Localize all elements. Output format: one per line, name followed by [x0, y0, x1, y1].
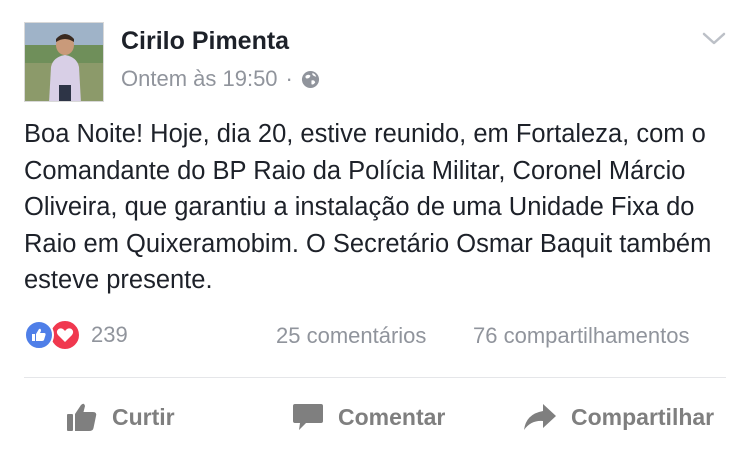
reactions-count: 239: [91, 322, 128, 347]
comments-count-link[interactable]: 25 comentários: [276, 323, 426, 349]
author-name[interactable]: Cirilo Pimenta: [121, 27, 289, 56]
thumbs-up-icon: [66, 402, 98, 432]
share-label: Compartilhar: [571, 403, 715, 430]
chevron-down-icon[interactable]: [702, 31, 726, 47]
share-arrow-icon: [523, 402, 557, 432]
meta-separator: ·: [285, 66, 293, 91]
comment-icon: [292, 402, 324, 432]
post-timestamp[interactable]: Ontem às 19:50: [121, 66, 278, 92]
shares-count-link[interactable]: 76 compartilhamentos: [473, 323, 689, 349]
share-button[interactable]: Compartilhar: [523, 402, 714, 432]
actions-divider: [24, 377, 726, 378]
like-label: Curtir: [112, 403, 175, 430]
post-text: Boa Noite! Hoje, dia 20, estive reunido,…: [24, 120, 712, 294]
post-meta: Ontem às 19:50 ·: [121, 66, 320, 92]
author-avatar[interactable]: [24, 22, 104, 102]
like-reaction-icon: [24, 320, 54, 350]
comment-label: Comentar: [338, 403, 446, 430]
like-button[interactable]: Curtir: [66, 402, 175, 432]
reactions-summary[interactable]: 239: [24, 319, 128, 351]
globe-icon[interactable]: [301, 70, 320, 89]
comment-button[interactable]: Comentar: [292, 402, 445, 432]
